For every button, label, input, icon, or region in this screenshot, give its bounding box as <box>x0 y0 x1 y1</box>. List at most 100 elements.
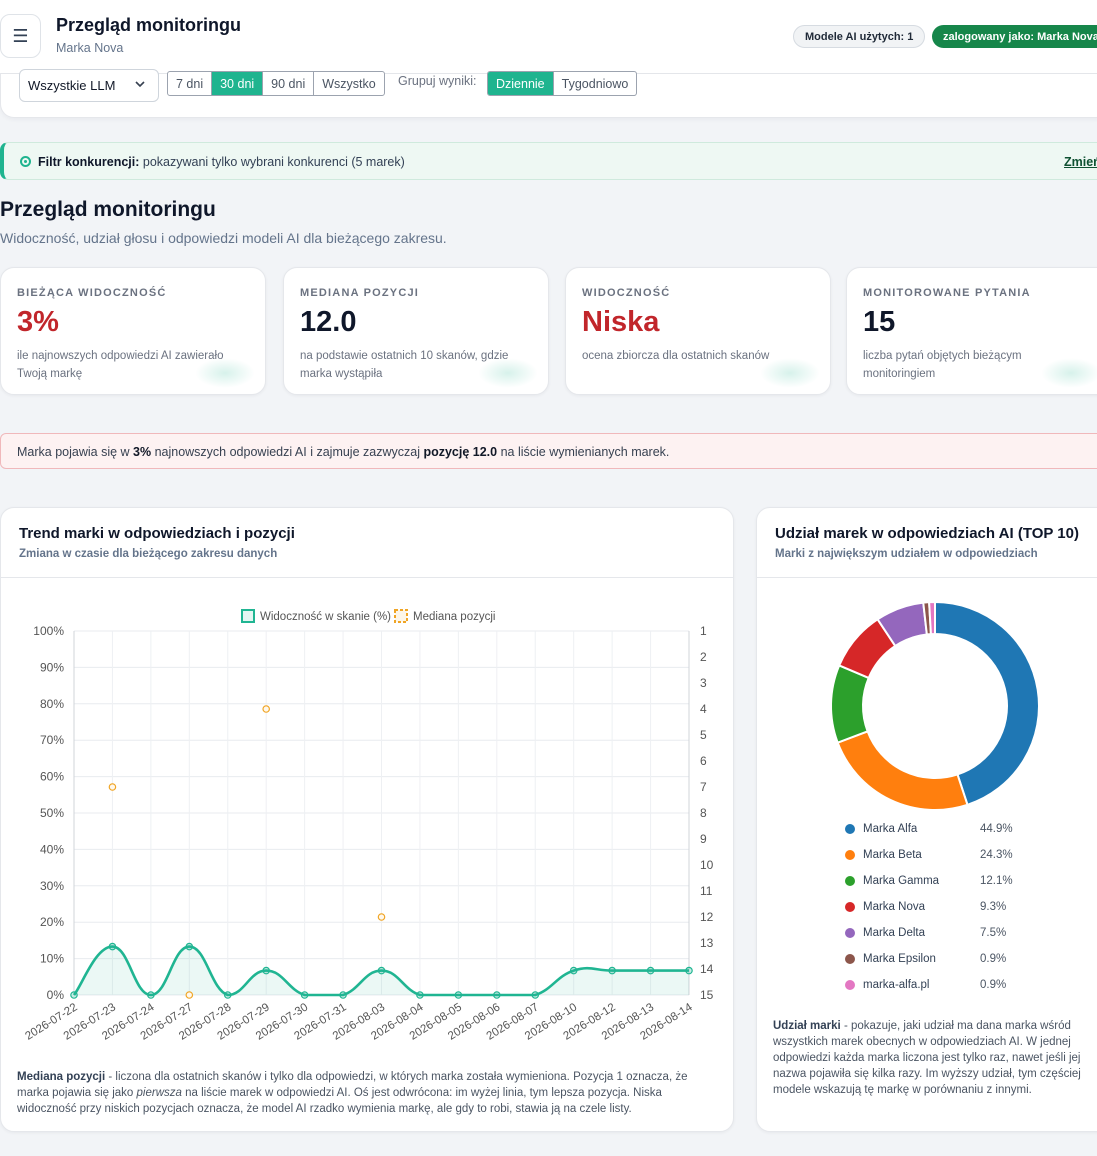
donut-slice <box>934 600 1040 807</box>
legend-swatch <box>241 609 255 623</box>
legend-share-value: 9.3% <box>980 901 1007 913</box>
share-note: Udział marki - pokazuje, jaki udział ma … <box>773 1020 1081 1096</box>
group-weekly-button[interactable]: Tygodniowo <box>554 72 637 95</box>
brand-name: Marka Nova <box>56 41 124 55</box>
y-right-tick-label: 14 <box>700 962 714 976</box>
app-title: Przegląd monitoringu <box>56 15 242 35</box>
share-subtitle: Marki z największym udziałem w odpowiedz… <box>775 548 1038 560</box>
kpi-label: MEDIANA POZYCJI <box>300 287 420 299</box>
legend-share-value: 0.9% <box>980 953 1007 965</box>
y-right-tick-label: 8 <box>700 806 707 820</box>
radio-dot-icon <box>20 156 31 167</box>
legend-brand-name: Marka Delta <box>863 927 925 939</box>
range-segment: 7 dni 30 dni 90 dni Wszystko <box>167 71 385 96</box>
page-subtitle: Widoczność, udział głosu i odpowiedzi mo… <box>0 230 447 246</box>
y-left-tick-label: 50% <box>40 806 64 820</box>
y-left-tick-label: 40% <box>40 842 64 856</box>
range-7d-button[interactable]: 7 dni <box>168 72 213 95</box>
legend-dot-icon <box>845 954 855 964</box>
competition-label: Filtr konkurencji: <box>38 155 140 169</box>
share-legend-item[interactable]: Marka Delta 7.5% <box>845 927 1006 939</box>
y-right-tick-label: 2 <box>700 650 707 664</box>
legend-share-value: 7.5% <box>980 927 1007 939</box>
visibility-point <box>493 991 501 999</box>
top-bar: ☰ Przegląd monitoringu Marka Nova Modele… <box>0 0 1097 74</box>
visibility-point <box>70 991 78 999</box>
median-position-point <box>262 705 270 713</box>
share-title: Udział marek w odpowiedziach AI (TOP 10) <box>775 525 1079 542</box>
legend-brand-name: marka-alfa.pl <box>863 979 930 991</box>
models-badge[interactable]: Modele AI użytych: 1 <box>793 25 926 48</box>
chevron-down-icon <box>135 81 145 88</box>
share-legend-item[interactable]: Marka Beta 24.3% <box>845 849 1013 861</box>
visibility-point <box>454 991 463 999</box>
change-competition-link[interactable]: Zmień <box>1064 155 1097 169</box>
visibility-alert: Marka pojawia się w 3% najnowszych odpow… <box>0 433 1097 469</box>
share-legend-item[interactable]: Marka Epsilon 0.9% <box>845 953 1006 965</box>
median-position-point <box>185 991 194 999</box>
legend-dot-icon <box>845 928 855 938</box>
legend-brand-name: Marka Alfa <box>863 823 918 835</box>
median-position-point <box>377 913 386 921</box>
y-right-tick-label: 13 <box>700 936 714 950</box>
legend-brand-name: Marka Gamma <box>863 875 940 887</box>
kpi-card-visibility: BIEŻĄCA WIDOCZNOŚĆ 3% ile najnowszych od… <box>0 267 266 395</box>
y-left-tick-label: 60% <box>40 770 64 784</box>
y-left-tick-label: 70% <box>40 733 64 747</box>
donut-slice <box>830 664 871 744</box>
legend-label: Mediana pozycji <box>413 611 495 623</box>
y-right-tick-label: 4 <box>700 702 707 716</box>
page-title: Przegląd monitoringu <box>0 198 216 221</box>
llm-select[interactable]: Wszystkie LLM <box>19 69 159 102</box>
visibility-point <box>147 991 155 999</box>
decorative-glow <box>195 358 255 388</box>
share-card: Udział marek w odpowiedziach AI (TOP 10)… <box>756 507 1097 1132</box>
range-30d-button[interactable]: 30 dni <box>212 72 264 95</box>
legend-share-value: 24.3% <box>980 849 1013 861</box>
kpi-label: WIDOCZNOŚĆ <box>582 287 671 299</box>
share-legend-item[interactable]: Marka Alfa 44.9% <box>845 823 1013 835</box>
y-right-tick-label: 12 <box>700 910 714 924</box>
donut-slice <box>928 600 936 636</box>
y-right-tick-label: 9 <box>700 832 707 846</box>
share-legend-item[interactable]: Marka Gamma 12.1% <box>845 875 1013 887</box>
y-right-tick-label: 7 <box>700 780 707 794</box>
kpi-label: BIEŻĄCA WIDOCZNOŚĆ <box>17 287 167 299</box>
grouping-segment: Dziennie Tygodniowo <box>487 71 638 96</box>
y-right-tick-label: 6 <box>700 754 707 768</box>
legend-dot-icon <box>845 876 855 886</box>
legend-share-value: 44.9% <box>980 823 1013 835</box>
alert-pct: 3% <box>133 445 152 459</box>
decorative-glow <box>760 358 820 388</box>
competition-filter-banner: Filtr konkurencji: pokazywani tylko wybr… <box>0 142 1097 180</box>
share-donut-chart <box>830 600 1040 811</box>
y-left-tick-label: 100% <box>33 624 64 638</box>
legend-share-value: 12.1% <box>980 875 1013 887</box>
group-daily-button[interactable]: Dziennie <box>488 72 554 95</box>
range-all-button[interactable]: Wszystko <box>314 72 383 95</box>
trend-chart: 0%10%20%30%40%50%60%70%80%90%100%2026-07… <box>23 609 714 1043</box>
decorative-glow <box>1041 358 1097 388</box>
legend-brand-name: Marka Beta <box>863 849 922 861</box>
legend-brand-name: Marka Epsilon <box>863 953 936 965</box>
user-badge[interactable]: zalogowany jako: Marka Nova <box>932 25 1097 48</box>
range-90d-button[interactable]: 90 dni <box>263 72 315 95</box>
legend-brand-name: Marka Nova <box>863 901 925 913</box>
y-right-tick-label: 1 <box>700 624 707 638</box>
y-right-tick-label: 3 <box>700 676 707 690</box>
legend-share-value: 0.9% <box>980 979 1007 991</box>
trend-subtitle: Zmiana w czasie dla bieżącego zakresu da… <box>19 548 278 560</box>
share-card-header: Udział marek w odpowiedziach AI (TOP 10)… <box>757 508 1097 578</box>
hamburger-icon: ☰ <box>12 25 29 46</box>
kpi-label: MONITOROWANE PYTANIA <box>863 287 1031 299</box>
kpi-value: Niska <box>582 306 660 338</box>
y-left-tick-label: 0% <box>47 988 65 1002</box>
legend-dot-icon <box>845 902 855 912</box>
share-legend-item[interactable]: marka-alfa.pl 0.9% <box>845 979 1006 991</box>
menu-button[interactable]: ☰ <box>0 14 41 58</box>
median-position-point <box>108 783 117 791</box>
visibility-point <box>416 991 424 999</box>
decorative-glow <box>478 358 538 388</box>
y-left-tick-label: 10% <box>40 952 64 966</box>
share-legend-item[interactable]: Marka Nova 9.3% <box>845 901 1006 913</box>
